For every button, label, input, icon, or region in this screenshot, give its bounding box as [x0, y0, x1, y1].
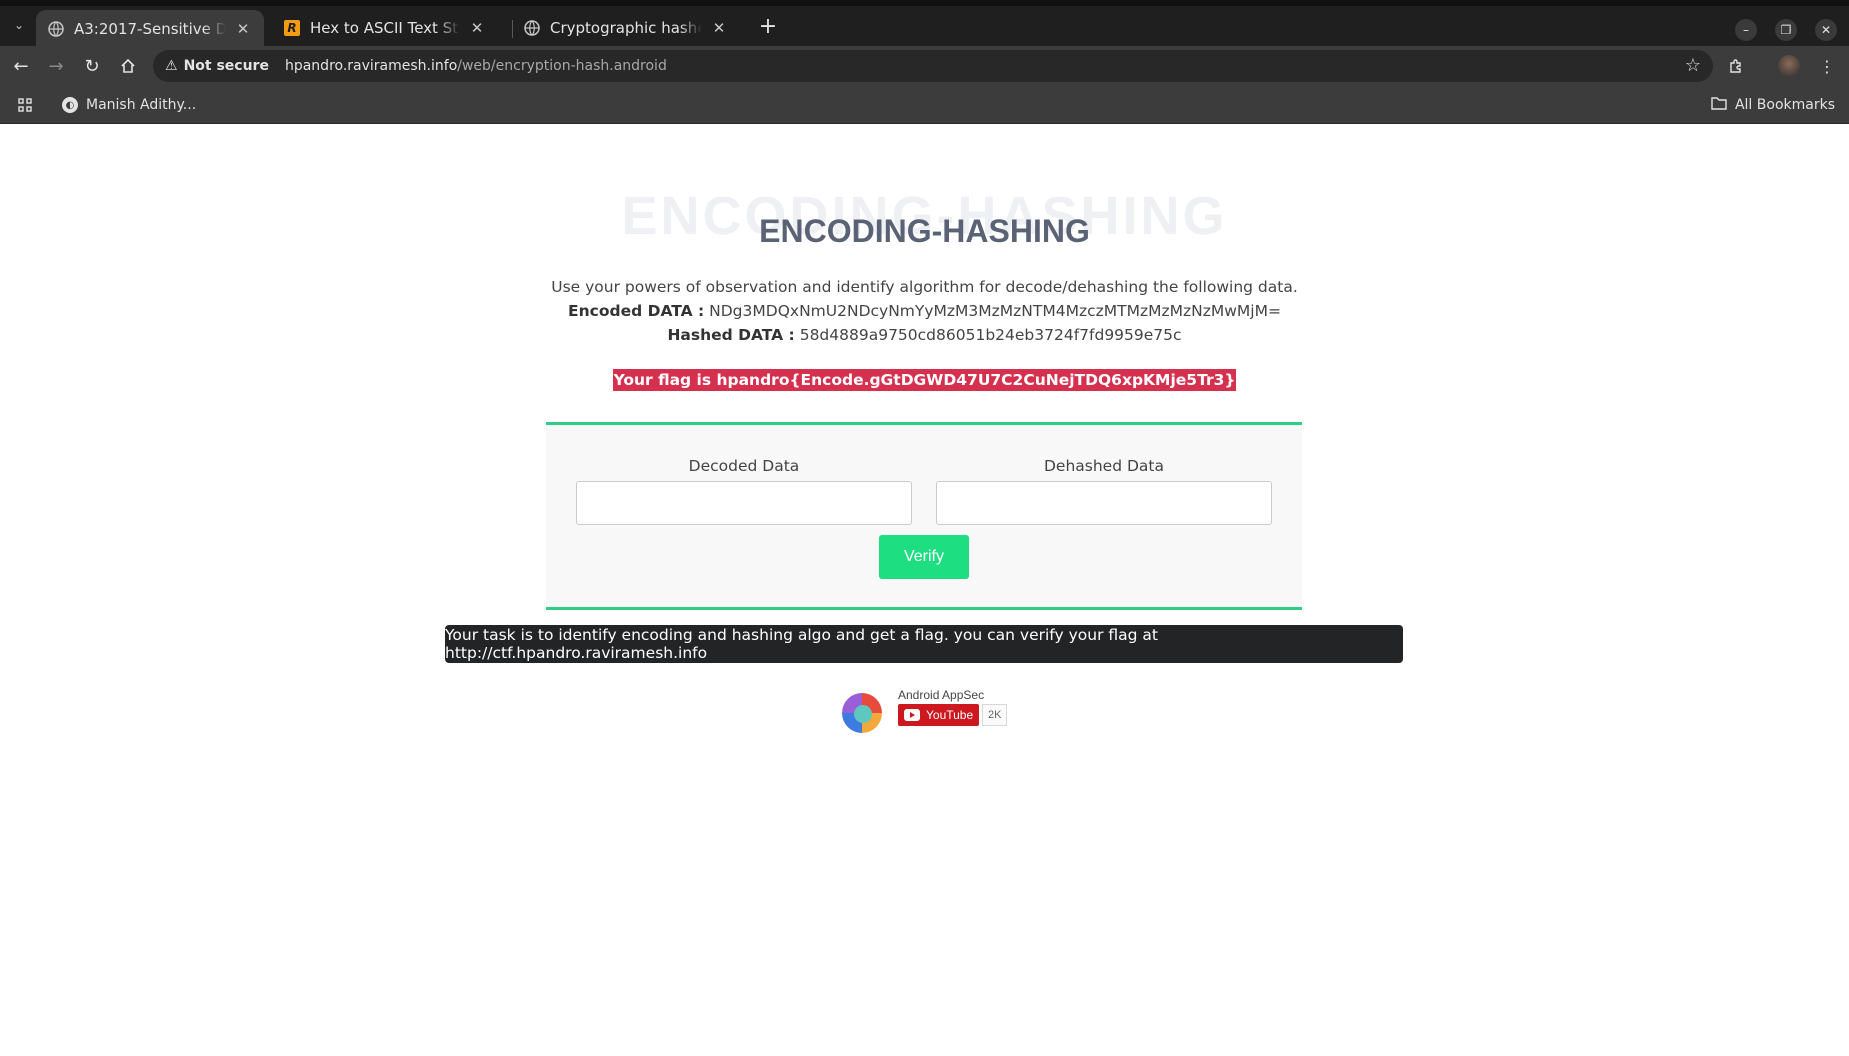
page-title: ENCODING-HASHING — [759, 213, 1090, 249]
youtube-button-label: YouTube — [926, 708, 974, 722]
restore-button[interactable]: ❐ — [1775, 19, 1797, 41]
bookmarks-bar: ◐ Manish Adithy... All Bookmarks — [0, 86, 1849, 124]
decoded-data-input[interactable] — [576, 481, 912, 525]
encoded-data-value: NDg3MDQxNmU2NDcyNmYyMzM3MzMzNTM4MzczMTMz… — [709, 302, 1281, 320]
menu-kebab-icon[interactable]: ⋮ — [1815, 54, 1839, 78]
globe-icon — [524, 20, 540, 36]
url-path[interactable]: /web/encryption-hash.android — [457, 58, 667, 74]
flag-line: Your flag is hpandro{Encode.gGtDGWD47U7C… — [0, 369, 1849, 391]
folder-icon — [1711, 96, 1727, 114]
browser-toolbar: ← → ↻ ⚠ Not secure hpandro.raviramesh.in… — [0, 46, 1849, 86]
hashed-data-line: Hashed DATA : 58d4889a9750cd86051b24eb37… — [0, 323, 1849, 347]
page-content: ENCODING-HASHING ENCODING-HASHING Use yo… — [0, 125, 1849, 1056]
dehashed-data-label: Dehashed Data — [1043, 457, 1164, 475]
bookmark-label: Manish Adithy... — [86, 97, 197, 113]
security-status[interactable]: Not secure — [184, 58, 269, 74]
tab-search-chevron-icon[interactable]: ⌄ — [8, 14, 30, 36]
bookmark-manish[interactable]: ◐ Manish Adithy... — [62, 95, 196, 115]
tab-hex-to-ascii[interactable]: R Hex to ASCII Text String Converter ✕ — [272, 10, 498, 46]
youtube-subscribe-widget: Android AppSec YouTube 2K — [842, 688, 1022, 738]
home-icon[interactable] — [116, 54, 140, 78]
hashed-data-value: 58d4889a9750cd86051b24eb3724f7fd9959e75c — [799, 326, 1182, 344]
globe-icon — [48, 21, 64, 37]
youtube-subscribe-button[interactable]: YouTube — [898, 704, 980, 726]
encoded-data-label: Encoded DATA : — [568, 302, 705, 320]
dehashed-data-input[interactable] — [936, 481, 1272, 525]
close-window-button[interactable]: ✕ — [1815, 19, 1837, 41]
address-bar[interactable]: ⚠ Not secure hpandro.raviramesh.info/web… — [153, 50, 1713, 82]
tab-close-icon[interactable]: ✕ — [468, 19, 486, 37]
tab-sensitive-data[interactable]: A3:2017-Sensitive Data Exposure ✕ — [36, 10, 264, 48]
challenge-description: Use your powers of observation and ident… — [0, 275, 1849, 347]
reload-icon[interactable]: ↻ — [80, 54, 104, 78]
flag-text: Your flag is hpandro{Encode.gGtDGWD47U7C… — [612, 369, 1237, 391]
url-host[interactable]: hpandro.raviramesh.info — [285, 58, 457, 74]
rapidtables-letter: R — [287, 21, 297, 35]
hashed-data-label: Hashed DATA : — [667, 326, 795, 344]
all-bookmarks-label: All Bookmarks — [1734, 97, 1835, 113]
bookmark-star-icon[interactable]: ☆ — [1685, 55, 1701, 76]
globe-icon: ◐ — [62, 97, 78, 113]
minimize-button[interactable]: – — [1735, 19, 1757, 41]
tab-cryptographic-hashes[interactable]: Cryptographic hashes for strings ✕ — [512, 10, 740, 46]
channel-name[interactable]: Android AppSec — [898, 688, 984, 702]
tab-title: A3:2017-Sensitive Data Exposure — [74, 20, 226, 38]
apps-grid-icon[interactable] — [16, 96, 34, 114]
encoded-data-line: Encoded DATA : NDg3MDQxNmU2NDcyNmYyMzM3M… — [0, 299, 1849, 323]
channel-logo[interactable] — [842, 693, 882, 733]
tab-title: Cryptographic hashes for strings — [550, 19, 702, 37]
verify-form: Decoded Data Dehashed Data Verify — [546, 422, 1302, 610]
extensions-puzzle-icon[interactable] — [1724, 54, 1748, 78]
task-tooltip: Your task is to identify encoding and ha… — [445, 625, 1403, 663]
tab-close-icon[interactable]: ✕ — [710, 19, 728, 37]
tab-bar: ⌄ A3:2017-Sensitive Data Exposure ✕ R He… — [0, 0, 1849, 48]
warning-triangle-icon[interactable]: ⚠ — [165, 58, 178, 74]
rapidtables-icon: R — [284, 20, 300, 36]
forward-arrow-icon[interactable]: → — [44, 54, 68, 78]
instruction-text: Use your powers of observation and ident… — [551, 278, 1298, 296]
all-bookmarks-button[interactable]: All Bookmarks — [1711, 95, 1835, 115]
back-arrow-icon[interactable]: ← — [9, 54, 33, 78]
youtube-play-icon — [904, 709, 920, 721]
subscriber-count: 2K — [982, 704, 1008, 726]
tab-title: Hex to ASCII Text String Converter — [310, 19, 460, 37]
verify-button[interactable]: Verify — [879, 535, 969, 579]
new-tab-button[interactable]: + — [757, 16, 779, 38]
tab-close-icon[interactable]: ✕ — [234, 20, 252, 38]
profile-avatar[interactable] — [1778, 55, 1800, 77]
decoded-data-label: Decoded Data — [688, 457, 800, 475]
